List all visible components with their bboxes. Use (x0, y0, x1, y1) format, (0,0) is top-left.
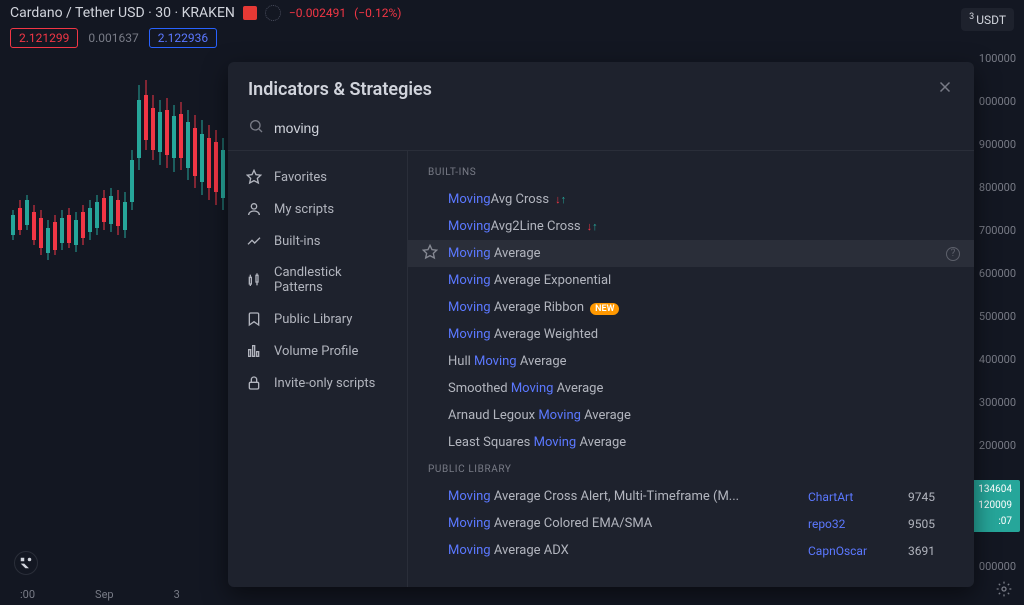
category-label: Favorites (274, 170, 327, 185)
builtin-result-row[interactable]: Smoothed Moving Average (408, 375, 974, 402)
tradingview-logo-icon[interactable] (14, 551, 38, 575)
change-pct: (−0.12%) (354, 6, 401, 20)
help-icon[interactable]: ? (946, 247, 960, 261)
builtin-result-row[interactable]: Moving Average Weighted (408, 321, 974, 348)
builtin-result-row[interactable]: Arnaud Legoux Moving Average (408, 402, 974, 429)
exchange: KRAKEN (182, 5, 235, 21)
result-name: Hull Moving Average (448, 354, 808, 369)
price-marker: 134604 120009 :07 (970, 480, 1020, 532)
result-name: Smoothed Moving Average (448, 381, 808, 396)
lock-icon (246, 375, 262, 391)
builtin-result-row[interactable]: Moving Average RibbonNEW (408, 294, 974, 321)
chart-line-icon (246, 233, 262, 249)
pair-name: Cardano / Tether USD (10, 5, 145, 21)
result-name: Moving Average Cross Alert, Multi-Timefr… (448, 489, 808, 504)
candlestick-chart[interactable] (8, 60, 228, 380)
result-author: CapnOscar (808, 544, 908, 558)
result-name: Least Squares Moving Average (448, 435, 808, 450)
builtin-result-row[interactable]: Moving Average? (408, 240, 974, 267)
result-name: MovingAvg2Line Cross↓↑ (448, 219, 808, 234)
category-item[interactable]: My scripts (228, 193, 407, 225)
y-axis: 100000 000000 900000 800000 700000 60000… (970, 50, 1020, 575)
result-count: 9745 (908, 490, 968, 504)
category-label: Built-ins (274, 234, 320, 249)
search-input[interactable] (274, 120, 954, 136)
favorite-star-icon[interactable] (422, 244, 438, 264)
arrows-icon: ↓↑ (555, 193, 566, 206)
search-icon (248, 118, 264, 138)
ask-price: 2.122936 (149, 28, 217, 48)
candles-icon (246, 272, 262, 288)
star-icon (246, 169, 262, 185)
result-name: Arnaud Legoux Moving Average (448, 408, 808, 423)
result-count: 9505 (908, 517, 968, 531)
builtin-result-row[interactable]: MovingAvg Cross↓↑ (408, 186, 974, 213)
results-list: BUILT-INS MovingAvg Cross↓↑ MovingAvg2Line… (408, 151, 974, 587)
change-value: −0.002491 (289, 6, 346, 20)
result-name: Moving Average Weighted (448, 327, 808, 342)
public-result-row[interactable]: Moving Average Cross Alert, Multi-Timefr… (408, 483, 974, 510)
close-button[interactable] (936, 78, 954, 100)
category-label: Volume Profile (274, 344, 358, 359)
bid-price: 2.121299 (10, 28, 78, 48)
result-count: 3691 (908, 544, 968, 558)
public-result-row[interactable]: Moving Average Colored EMA/SMArepo329505 (408, 510, 974, 537)
result-author: repo32 (808, 517, 908, 531)
flag-icon (243, 6, 257, 20)
category-item[interactable]: Invite-only scripts (228, 367, 407, 399)
result-name: Moving Average RibbonNEW (448, 300, 808, 315)
spread: 0.001637 (88, 31, 138, 45)
category-label: Public Library (274, 312, 352, 327)
section-header: BUILT-INS (408, 159, 974, 186)
builtin-result-row[interactable]: Moving Average Exponential (408, 267, 974, 294)
settings-gear-icon[interactable] (996, 581, 1012, 597)
builtin-result-row[interactable]: Hull Moving Average (408, 348, 974, 375)
category-label: Candlestick Patterns (274, 265, 389, 295)
category-item[interactable]: Built-ins (228, 225, 407, 257)
public-result-row[interactable]: Moving Average ADXCapnOscar3691 (408, 537, 974, 564)
category-item[interactable]: Favorites (228, 161, 407, 193)
bars-icon (246, 343, 262, 359)
category-item[interactable]: Candlestick Patterns (228, 257, 407, 303)
status-dot-icon (265, 5, 281, 21)
category-item[interactable]: Volume Profile (228, 335, 407, 367)
result-name: Moving Average Colored EMA/SMA (448, 516, 808, 531)
section-header: PUBLIC LIBRARY (408, 456, 974, 483)
builtin-result-row[interactable]: Least Squares Moving Average (408, 429, 974, 456)
indicators-modal: Indicators & Strategies Favorites My scri… (228, 62, 974, 587)
result-name: MovingAvg Cross↓↑ (448, 192, 808, 207)
builtin-result-row[interactable]: MovingAvg2Line Cross↓↑ (408, 213, 974, 240)
arrows-icon: ↓↑ (587, 220, 598, 233)
modal-title: Indicators & Strategies (248, 79, 432, 100)
category-item[interactable]: Public Library (228, 303, 407, 335)
bookmark-icon (246, 311, 262, 327)
user-icon (246, 201, 262, 217)
result-name: Moving Average Exponential (448, 273, 808, 288)
category-label: My scripts (274, 202, 334, 217)
result-name: Moving Average ADX (448, 543, 808, 558)
quote-currency-badge[interactable]: 3USDT (961, 8, 1014, 31)
category-list: Favorites My scripts Built-ins Candlestick … (228, 151, 408, 587)
result-name: Moving Average (448, 246, 808, 261)
category-label: Invite-only scripts (274, 376, 375, 391)
interval: 30 (155, 5, 171, 21)
result-author: ChartArt (808, 490, 908, 504)
x-axis: :00 Sep 3 (0, 588, 964, 601)
new-badge: NEW (590, 303, 619, 315)
